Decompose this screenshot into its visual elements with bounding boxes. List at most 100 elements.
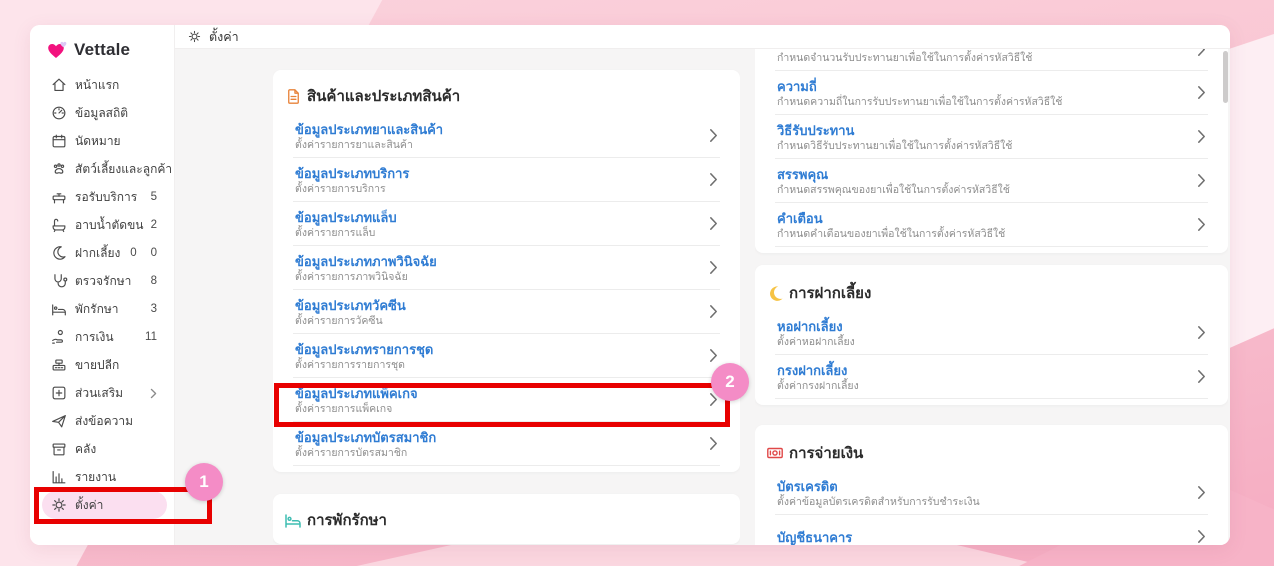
sidebar-item-count: 2 xyxy=(150,219,157,231)
sidebar-item-label: หน้าแรก xyxy=(75,77,120,92)
sidebar-item-label: คลัง xyxy=(75,441,97,456)
sidebar-item-boarding[interactable]: ฝากเลี้ยง 0 0 xyxy=(42,239,167,267)
sidebar-item-home[interactable]: หน้าแรก xyxy=(42,71,167,99)
settings-item[interactable]: กำหนดจำนวนรับประทานยาเพื่อใช้ในการตั้งค่… xyxy=(775,49,1208,71)
section-header: การฝากเลี้ยง xyxy=(755,265,1228,311)
card-padding xyxy=(273,538,740,544)
calendar-icon xyxy=(50,132,68,150)
sidebar-item-retail[interactable]: ขายปลีก xyxy=(42,351,167,379)
settings-item-text: ข้อมูลประเภทแล็บ ตั้งค่ารายการแล็บ xyxy=(295,207,701,240)
settings-item[interactable]: ข้อมูลประเภทยาและสินค้า ตั้งค่ารายการยาแ… xyxy=(293,114,720,158)
settings-item-subtitle: ตั้งค่ารายการภาพวินิจฉัย xyxy=(295,271,408,283)
settings-item[interactable]: วิธีรับประทาน กำหนดวิธีรับประทานยาเพื่อใ… xyxy=(775,115,1208,159)
settings-item[interactable]: หอฝากเลี้ยง ตั้งค่าหอฝากเลี้ยง xyxy=(775,311,1208,355)
sidebar-item-label: ขายปลีก xyxy=(75,357,120,372)
section-header: การพักรักษา xyxy=(273,494,740,538)
settings-item-text: ข้อมูลประเภทบริการ ตั้งค่ารายการบริการ xyxy=(295,163,701,196)
sidebar-item-waiting-service[interactable]: รอรับบริการ 5 xyxy=(42,183,167,211)
settings-section-inpatient-care: การพักรักษา xyxy=(273,494,740,544)
sidebar-item-label: อาบน้ำตัดขน xyxy=(75,217,144,232)
settings-item[interactable]: ข้อมูลประเภทบัตรสมาชิก ตั้งค่ารายการบัตร… xyxy=(293,422,720,466)
chevron-right-icon xyxy=(709,436,718,451)
settings-item[interactable]: กรงฝากเลี้ยง ตั้งค่ากรงฝากเลี้ยง xyxy=(775,355,1208,399)
sidebar-item-pets-customers[interactable]: สัตว์เลี้ยงและลูกค้า xyxy=(42,155,172,183)
moon-icon xyxy=(50,244,68,262)
sidebar-item-examination[interactable]: ตรวจรักษา 8 xyxy=(42,267,167,295)
sidebar-item-messaging[interactable]: ส่งข้อความ xyxy=(42,407,167,435)
scrollbar-thumb[interactable] xyxy=(1223,51,1228,103)
sidebar-item-grooming[interactable]: อาบน้ำตัดขน 2 xyxy=(42,211,167,239)
settings-item-text: ข้อมูลประเภทบัตรสมาชิก ตั้งค่ารายการบัตร… xyxy=(295,427,701,460)
settings-item-subtitle: ตั้งค่ารายการแล็บ xyxy=(295,227,376,239)
settings-item-subtitle: ตั้งค่ารายการบริการ xyxy=(295,183,386,195)
settings-item-title: หอฝากเลี้ยง xyxy=(777,319,843,334)
settings-item-subtitle: กำหนดความถี่ในการรับประทานยาเพื่อใช้ในกา… xyxy=(777,96,1063,108)
chevron-right-icon xyxy=(1197,49,1206,57)
settings-section-medication-usage: กำหนดจำนวนรับประทานยาเพื่อใช้ในการตั้งค่… xyxy=(755,49,1228,253)
settings-item-text: ข้อมูลประเภทภาพวินิจฉัย ตั้งค่ารายการภาพ… xyxy=(295,251,701,284)
chevron-right-icon xyxy=(709,216,718,231)
settings-item-title: คำเตือน xyxy=(777,211,823,226)
settings-item-text: กรงฝากเลี้ยง ตั้งค่ากรงฝากเลี้ยง xyxy=(777,360,1189,393)
counter-icon xyxy=(50,188,68,206)
bathtub-icon xyxy=(50,216,68,234)
settings-item-subtitle: กำหนดจำนวนรับประทานยาเพื่อใช้ในการตั้งค่… xyxy=(777,52,1033,64)
stethoscope-icon xyxy=(50,272,68,290)
settings-item[interactable]: บัญชีธนาคาร xyxy=(775,515,1208,545)
settings-item-text: คำเตือน กำหนดคำเตือนของยาเพื่อใช้ในการตั… xyxy=(777,208,1189,241)
settings-content: สินค้าและประเภทสินค้า ข้อมูลประเภทยาและส… xyxy=(175,49,1230,545)
settings-section-payment: การจ่ายเงิน บัตรเครดิต ตั้งค่าข้อมูลบัตร… xyxy=(755,425,1228,545)
product-doc-icon xyxy=(283,86,303,106)
brand-logo[interactable]: Vettale xyxy=(30,35,174,71)
settings-item[interactable]: ข้อมูลประเภทวัคซีน ตั้งค่ารายการวัคซีน xyxy=(293,290,720,334)
settings-column-left: สินค้าและประเภทสินค้า ข้อมูลประเภทยาและส… xyxy=(273,49,740,545)
sidebar-item-statistics[interactable]: ข้อมูลสถิติ xyxy=(42,99,167,127)
sidebar-item-inpatient[interactable]: พักรักษา 3 xyxy=(42,295,167,323)
settings-column-right: กำหนดจำนวนรับประทานยาเพื่อใช้ในการตั้งค่… xyxy=(755,49,1228,545)
page-title: ตั้งค่า xyxy=(209,29,239,44)
chevron-right-icon xyxy=(1197,369,1206,384)
sidebar-item-finance[interactable]: การเงิน 11 xyxy=(42,323,167,351)
chevron-right-icon xyxy=(1197,129,1206,144)
sidebar-item-inventory[interactable]: คลัง xyxy=(42,435,167,463)
sidebar-nav: หน้าแรกข้อมูลสถิติ นัดหมายสัตว์เลี้ยงและล… xyxy=(30,71,174,519)
settings-item-subtitle: กำหนดสรรพคุณของยาเพื่อใช้ในการตั้งค่ารหั… xyxy=(777,184,1010,196)
settings-item-text: บัญชีธนาคาร xyxy=(777,527,1189,545)
chevron-right-icon xyxy=(709,128,718,143)
settings-item[interactable]: ความถี่ กำหนดความถี่ในการรับประทานยาเพื่… xyxy=(775,71,1208,115)
sidebar-item-appointments[interactable]: นัดหมาย xyxy=(42,127,167,155)
settings-item-title: ข้อมูลประเภทวัคซีน xyxy=(295,298,406,313)
annotation-step-badge-2: 2 xyxy=(711,363,749,401)
bed-icon xyxy=(50,300,68,318)
card-padding xyxy=(755,399,1228,405)
settings-item-title: บัตรเครดิต xyxy=(777,479,838,494)
sidebar-item-count: 0 xyxy=(150,247,157,259)
settings-item[interactable]: คำเตือน กำหนดคำเตือนของยาเพื่อใช้ในการตั… xyxy=(775,203,1208,247)
chevron-right-icon xyxy=(1197,485,1206,500)
settings-item-title: ข้อมูลประเภทแล็บ xyxy=(295,210,397,225)
sidebar-item-count: 3 xyxy=(150,303,157,315)
bar-chart-icon xyxy=(50,468,68,486)
chevron-right-icon xyxy=(709,172,718,187)
section-title: การจ่ายเงิน xyxy=(789,445,864,462)
plus-square-icon xyxy=(50,384,68,402)
settings-item[interactable]: บัตรเครดิต ตั้งค่าข้อมูลบัตรเครดิตสำหรับ… xyxy=(775,471,1208,515)
settings-item[interactable]: สรรพคุณ กำหนดสรรพคุณของยาเพื่อใช้ในการตั… xyxy=(775,159,1208,203)
settings-item[interactable]: ข้อมูลประเภทแล็บ ตั้งค่ารายการแล็บ xyxy=(293,202,720,246)
annotation-step-badge-1: 1 xyxy=(185,463,223,501)
chevron-right-icon xyxy=(1197,85,1206,100)
sidebar-item-count: 11 xyxy=(145,331,157,343)
settings-item[interactable]: ข้อมูลประเภทบริการ ตั้งค่ารายการบริการ xyxy=(293,158,720,202)
sidebar-item-label: สัตว์เลี้ยงและลูกค้า xyxy=(75,161,173,176)
settings-item[interactable]: ข้อมูลประเภทรายการชุด ตั้งค่ารายการรายกา… xyxy=(293,334,720,378)
chevron-right-icon xyxy=(1197,325,1206,340)
settings-item[interactable]: ข้อมูลประเภทภาพวินิจฉัย ตั้งค่ารายการภาพ… xyxy=(293,246,720,290)
vettale-heart-logo-icon xyxy=(46,39,70,61)
sidebar-item-label: ส่วนเสริม xyxy=(75,385,124,400)
sidebar-item-count: 8 xyxy=(150,275,157,287)
settings-item-text: ข้อมูลประเภทยาและสินค้า ตั้งค่ารายการยาแ… xyxy=(295,119,701,152)
chevron-right-icon xyxy=(1197,173,1206,188)
sidebar-item-addons[interactable]: ส่วนเสริม xyxy=(42,379,167,407)
settings-item-title: วิธีรับประทาน xyxy=(777,123,855,138)
sidebar-item-label: ส่งข้อความ xyxy=(75,413,134,428)
